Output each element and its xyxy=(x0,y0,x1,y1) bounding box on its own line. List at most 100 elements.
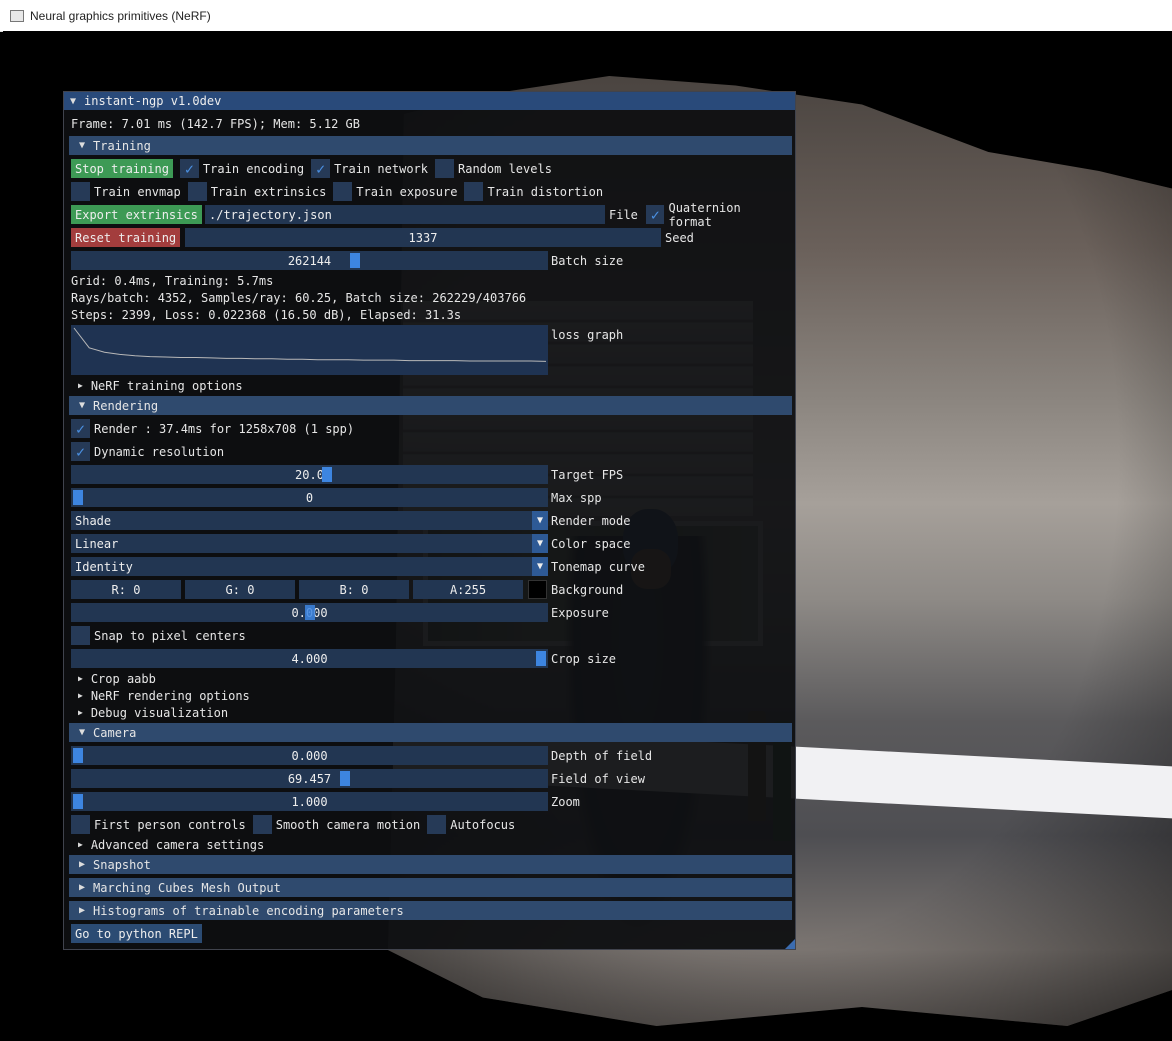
render-mode-select[interactable]: Shade ▼ xyxy=(71,511,548,530)
smooth-camera-motion-checkbox[interactable]: Smooth camera motion xyxy=(252,815,420,834)
field-of-view-label: Field of view xyxy=(551,772,645,786)
autofocus-checkbox[interactable]: Autofocus xyxy=(427,815,515,834)
batch-size-label: Batch size xyxy=(551,254,624,268)
export-extrinsics-button[interactable]: Export extrinsics xyxy=(71,205,202,224)
color-space-label: Color space xyxy=(551,537,631,551)
color-space-select[interactable]: Linear ▼ xyxy=(71,534,548,553)
chevron-down-icon[interactable]: ▼ xyxy=(532,557,548,576)
reset-training-button[interactable]: Reset training xyxy=(71,228,181,247)
app-icon xyxy=(10,9,24,22)
first-person-controls-checkbox[interactable]: First person controls xyxy=(71,815,246,834)
file-path-input[interactable]: ./trajectory.json xyxy=(205,205,605,224)
crop-aabb-tree[interactable]: ▶ Crop aabb xyxy=(78,670,156,687)
batch-size-slider[interactable]: 262144 xyxy=(71,251,548,270)
rays-info: Rays/batch: 4352, Samples/ray: 60.25, Ba… xyxy=(71,291,527,305)
target-fps-slider[interactable]: 20.0 xyxy=(71,465,548,484)
dynamic-resolution-checkbox[interactable]: ✓ Dynamic resolution xyxy=(71,442,224,461)
bg-a-input[interactable]: A:255 xyxy=(413,580,523,599)
max-spp-value: 0 xyxy=(305,490,314,505)
window-title: Neural graphics primitives (NeRF) xyxy=(30,8,211,23)
bg-r-input[interactable]: R: 0 xyxy=(71,580,181,599)
snap-pixel-centers-checkbox[interactable]: Snap to pixel centers xyxy=(71,626,246,645)
seed-input[interactable]: 1337 xyxy=(185,228,661,247)
resize-grip-icon[interactable] xyxy=(785,939,795,949)
train-extrinsics-checkbox[interactable]: Train extrinsics xyxy=(187,182,327,201)
check-icon: ✓ xyxy=(71,419,90,438)
snapshot-header[interactable]: ▶ Snapshot xyxy=(69,855,792,874)
tonemap-curve-select[interactable]: Identity ▼ xyxy=(71,557,548,576)
expand-triangle-icon: ▶ xyxy=(78,691,83,700)
nerf-rendering-options-tree[interactable]: ▶ NeRF rendering options xyxy=(78,687,250,704)
marching-cubes-header[interactable]: ▶ Marching Cubes Mesh Output xyxy=(69,878,792,897)
rendering-header[interactable]: ▼ Rendering xyxy=(69,396,792,415)
slider-grab[interactable] xyxy=(73,794,83,809)
slider-grab[interactable] xyxy=(340,771,350,786)
quaternion-format-label: Quaternion format xyxy=(668,200,741,229)
advanced-camera-settings-label: Advanced camera settings xyxy=(90,837,265,852)
slider-grab[interactable] xyxy=(536,651,546,666)
slider-grab[interactable] xyxy=(322,467,332,482)
train-exposure-checkbox[interactable]: Train exposure xyxy=(333,182,457,201)
loss-graph xyxy=(71,325,548,375)
debug-visualization-tree[interactable]: ▶ Debug visualization xyxy=(78,704,228,721)
zoom-slider[interactable]: 1.000 xyxy=(71,792,548,811)
train-network-checkbox[interactable]: ✓ Train network xyxy=(311,159,428,178)
instant-ngp-panel[interactable]: ▼ instant-ngp v1.0dev Frame: 7.01 ms (14… xyxy=(63,91,796,950)
slider-grab[interactable] xyxy=(350,253,360,268)
nerf-training-options-label: NeRF training options xyxy=(90,378,243,393)
histograms-header[interactable]: ▶ Histograms of trainable encoding param… xyxy=(69,901,792,920)
check-icon: ✓ xyxy=(71,442,90,461)
empty-checkbox-icon xyxy=(71,626,90,645)
steps-info: Steps: 2399, Loss: 0.022368 (16.50 dB), … xyxy=(71,308,462,322)
background-label: Background xyxy=(551,583,624,597)
empty-checkbox-icon xyxy=(71,182,90,201)
target-fps-value: 20.0 xyxy=(295,467,324,482)
python-repl-button[interactable]: Go to python REPL xyxy=(71,924,202,943)
dynamic-res-row: ✓ Dynamic resolution xyxy=(71,442,231,461)
target-fps-label: Target FPS xyxy=(551,468,624,482)
histograms-header-label: Histograms of trainable encoding paramet… xyxy=(93,903,404,918)
collapse-triangle-icon[interactable]: ▼ xyxy=(70,96,76,107)
quaternion-row: ✓ Quaternion format xyxy=(646,201,795,229)
stop-training-button[interactable]: Stop training xyxy=(71,159,173,178)
panel-titlebar[interactable]: ▼ instant-ngp v1.0dev xyxy=(64,92,795,110)
advanced-camera-settings-tree[interactable]: ▶ Advanced camera settings xyxy=(78,836,264,853)
training-header-label: Training xyxy=(93,138,151,153)
camera-header[interactable]: ▼ Camera xyxy=(69,723,792,742)
train-distortion-checkbox[interactable]: Train distortion xyxy=(464,182,603,201)
slider-grab[interactable] xyxy=(305,605,315,620)
nerf-training-options-tree[interactable]: ▶ NeRF training options xyxy=(78,377,243,394)
file-label: File xyxy=(609,208,638,222)
zoom-value: 1.000 xyxy=(291,794,328,809)
camera-options-row: First person controls Smooth camera moti… xyxy=(71,815,522,834)
python-repl-row: Go to python REPL xyxy=(71,924,202,943)
expand-triangle-icon: ▶ xyxy=(79,882,86,893)
exposure-slider[interactable]: 0.000 xyxy=(71,603,548,622)
train-envmap-checkbox[interactable]: Train envmap xyxy=(71,182,181,201)
frame-info: Frame: 7.01 ms (142.7 FPS); Mem: 5.12 GB xyxy=(71,117,360,131)
crop-size-slider[interactable]: 4.000 xyxy=(71,649,548,668)
bg-b-input[interactable]: B: 0 xyxy=(299,580,409,599)
quaternion-format-checkbox[interactable]: ✓ Quaternion format xyxy=(646,201,788,229)
color-space-value: Linear xyxy=(75,536,119,551)
empty-checkbox-icon xyxy=(187,182,207,201)
train-encoding-checkbox[interactable]: ✓ Train encoding xyxy=(179,159,304,178)
render-checkbox[interactable]: ✓ Render : 37.4ms for 1258x708 (1 spp) xyxy=(71,419,354,438)
depth-of-field-label: Depth of field xyxy=(551,749,653,763)
max-spp-slider[interactable]: 0 xyxy=(71,488,548,507)
camera-header-label: Camera xyxy=(93,725,137,740)
field-of-view-slider[interactable]: 69.457 xyxy=(71,769,548,788)
chevron-down-icon[interactable]: ▼ xyxy=(532,534,548,553)
background-color-swatch[interactable] xyxy=(528,580,547,599)
random-levels-checkbox[interactable]: Random levels xyxy=(435,159,552,178)
training-header[interactable]: ▼ Training xyxy=(69,136,792,155)
depth-of-field-slider[interactable]: 0.000 xyxy=(71,746,548,765)
bg-g-input[interactable]: G: 0 xyxy=(185,580,295,599)
train-extrinsics-label: Train extrinsics xyxy=(210,184,327,199)
loss-graph-label: loss graph xyxy=(551,328,624,342)
slider-grab[interactable] xyxy=(73,490,83,505)
empty-checkbox-icon xyxy=(427,815,447,834)
chevron-down-icon[interactable]: ▼ xyxy=(532,511,548,530)
reset-row: Reset training xyxy=(71,228,181,247)
slider-grab[interactable] xyxy=(73,748,83,763)
